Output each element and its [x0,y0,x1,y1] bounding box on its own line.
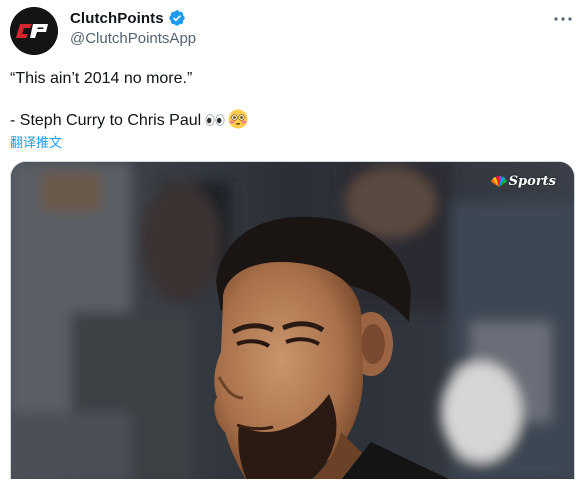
tweet-text-line-1: “This ain’t 2014 no more.” [10,70,193,87]
watermark-text: Sports [508,174,556,189]
video-frame [11,162,574,479]
author-name-row: ClutchPoints [70,8,186,28]
nbc-sports-watermark: Sports [490,174,556,189]
flushed-face-emoji-icon [228,109,248,135]
author-display-name[interactable]: ClutchPoints [70,10,164,27]
author-handle[interactable]: @ClutchPointsApp [70,30,196,47]
translate-tweet-link[interactable]: 翻译推文 [10,132,62,151]
tweet-video[interactable]: Sports [10,161,575,479]
more-options-icon [554,17,572,21]
tweet-text-line-2-text: - Steph Curry to Chris Paul [10,112,202,129]
nbc-peacock-icon [490,175,507,187]
more-options-button[interactable] [552,8,574,30]
eyes-emoji-icon [205,112,225,132]
tweet-card: ClutchPoints @ClutchPointsApp “This ain’… [0,0,576,480]
avatar[interactable] [10,7,58,55]
verified-badge-icon [169,10,185,26]
clutchpoints-logo-icon [10,7,58,55]
